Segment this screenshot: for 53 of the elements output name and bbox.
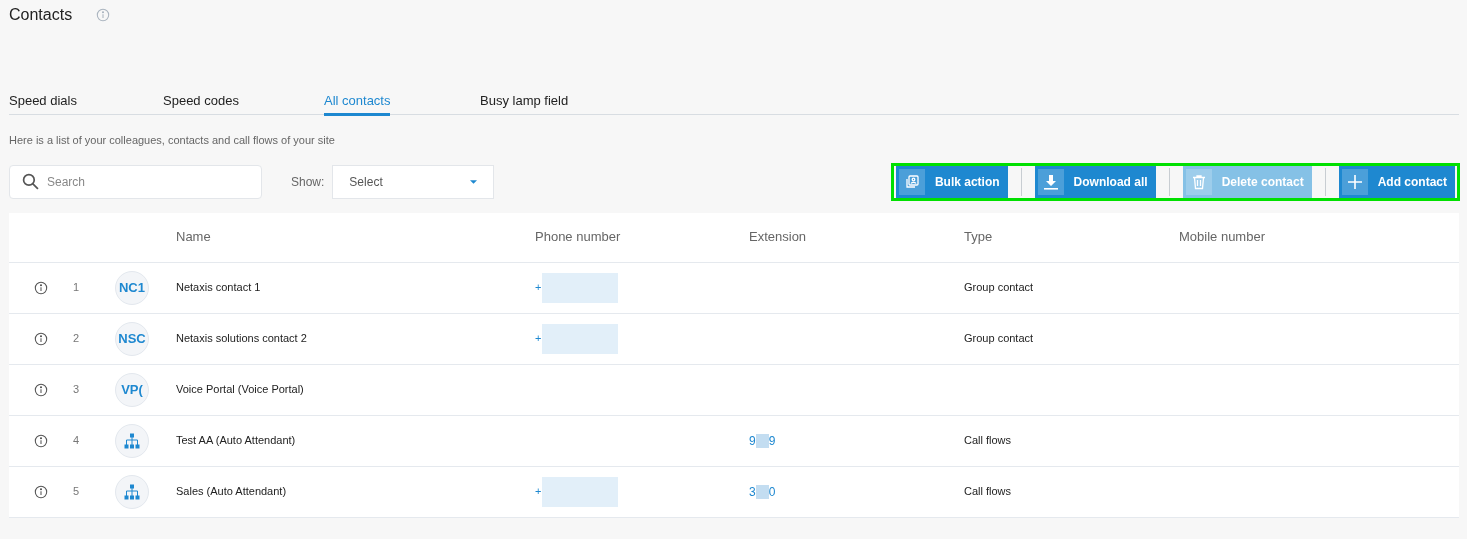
tab[interactable]: Speed codes: [163, 88, 239, 116]
column-header: Extension: [749, 228, 808, 247]
contact-type: Group contact: [964, 331, 1035, 347]
toolbar-button[interactable]: Add contact: [1338, 165, 1455, 198]
row-number: 5: [73, 484, 81, 500]
hierarchy-icon: [124, 432, 140, 449]
phone-number[interactable]: +: [535, 330, 542, 347]
contact-name: Netaxis solutions contact 2: [176, 331, 308, 347]
toolbar-button[interactable]: Download all: [1034, 165, 1156, 198]
hierarchy-icon: [124, 483, 140, 500]
row-number: 3: [73, 382, 81, 398]
caret-icon: [470, 179, 478, 184]
contact-type: Call flows: [964, 484, 1013, 500]
phone-number[interactable]: +: [535, 279, 542, 296]
row-number: 2: [73, 331, 81, 347]
contact-name: Sales (Auto Attendant): [176, 484, 288, 500]
toolbar-button[interactable]: Bulk action: [895, 165, 1008, 198]
column-header: Mobile number: [1179, 228, 1265, 247]
avatar: NC1: [115, 270, 149, 305]
avatar: VP(: [115, 372, 149, 407]
contact-name: Voice Portal (Voice Portal): [176, 382, 305, 398]
extension-number[interactable]: 3 0: [749, 482, 776, 501]
column-header: Type: [964, 228, 994, 247]
contact-type: Call flows: [964, 433, 1013, 449]
show-label: Show:: [291, 173, 325, 191]
page-title: Contacts: [9, 4, 73, 25]
show-dropdown[interactable]: Select: [332, 164, 495, 199]
trash-icon: [1190, 173, 1207, 190]
tab[interactable]: All contacts: [324, 88, 391, 116]
contact-name: Netaxis contact 1: [176, 280, 262, 296]
avatar: NSC: [115, 321, 149, 356]
column-header: Phone number: [535, 228, 622, 247]
download-icon: [1042, 173, 1059, 190]
row-number: 4: [73, 433, 81, 449]
tab[interactable]: Busy lamp field: [480, 88, 569, 116]
extension-number[interactable]: 9 9: [749, 431, 776, 450]
contact-type: Group contact: [964, 280, 1035, 296]
tab[interactable]: Speed dials: [9, 88, 77, 116]
row-number: 1: [73, 280, 81, 296]
stacked-cards-icon: [903, 173, 920, 190]
info-icon[interactable]: [34, 382, 48, 397]
search-field[interactable]: Search: [9, 164, 262, 199]
info-icon[interactable]: [34, 331, 48, 346]
search-input[interactable]: Search: [47, 165, 249, 198]
search-icon: [22, 173, 39, 190]
plus-icon: [1346, 173, 1363, 190]
description-text: Here is a list of your colleagues, contacts and call flows of your site: [9, 133, 336, 148]
contact-name: Test AA (Auto Attendant): [176, 433, 297, 449]
info-icon[interactable]: [34, 280, 48, 295]
info-icon[interactable]: [34, 433, 48, 448]
info-icon[interactable]: [34, 484, 48, 499]
phone-number[interactable]: +: [535, 483, 542, 500]
column-header: Name: [176, 228, 212, 247]
